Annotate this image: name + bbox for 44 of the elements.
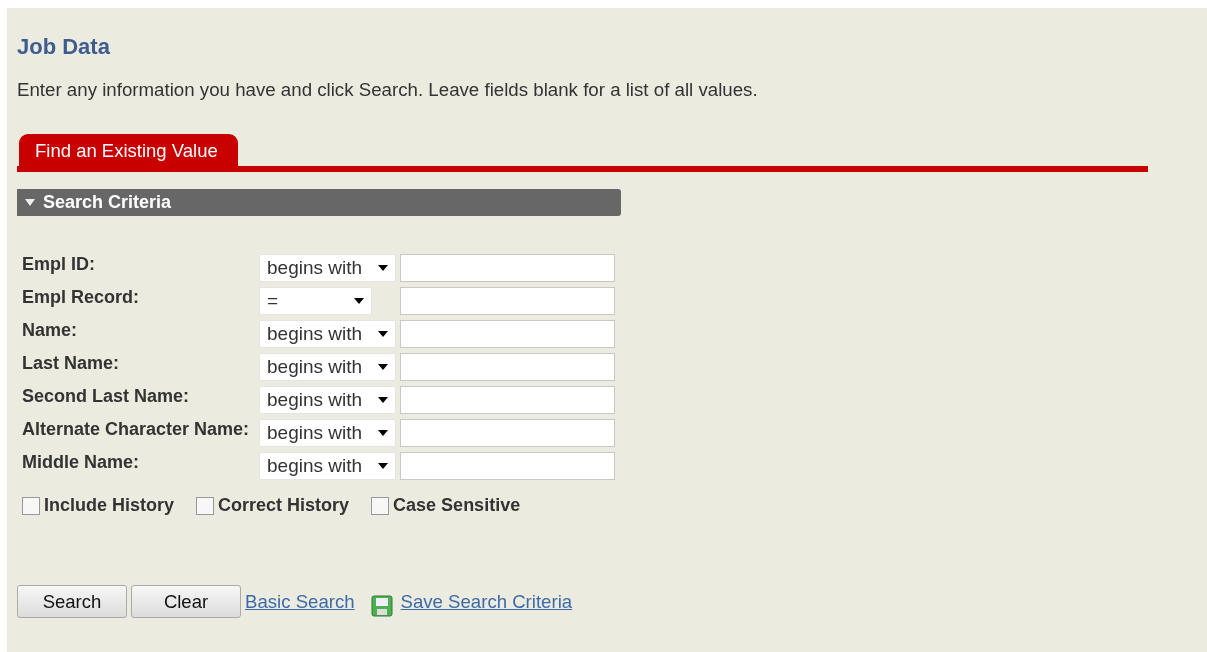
input-field[interactable] bbox=[400, 419, 615, 448]
action-button[interactable]: Clear bbox=[131, 585, 241, 619]
field-label: Second Last Name: bbox=[22, 386, 191, 408]
caret-icon bbox=[354, 298, 364, 305]
checkbox[interactable] bbox=[371, 496, 390, 515]
action-button[interactable]: Search bbox=[17, 585, 127, 619]
operator-dropdown[interactable]: begins with bbox=[259, 386, 396, 415]
checkbox-label[interactable]: Include History bbox=[44, 492, 175, 520]
field-label: Last Name: bbox=[22, 353, 121, 375]
checkbox[interactable] bbox=[22, 496, 40, 515]
operator-dropdown[interactable]: begins with bbox=[259, 419, 396, 448]
operator-dropdown[interactable]: begins with bbox=[259, 452, 396, 481]
field-label: Alternate Character Name: bbox=[22, 419, 251, 441]
caret-icon bbox=[378, 430, 388, 437]
input-field[interactable] bbox=[400, 353, 615, 382]
input-field[interactable] bbox=[400, 287, 615, 316]
input-field[interactable] bbox=[400, 254, 615, 283]
field-label: Empl Record: bbox=[22, 287, 141, 309]
checkbox-label[interactable]: Case Sensitive bbox=[393, 492, 521, 520]
operator-dropdown[interactable]: = bbox=[259, 287, 372, 316]
tab[interactable]: Find an Existing Value bbox=[19, 134, 238, 167]
caret-icon bbox=[378, 364, 388, 371]
field-label: Name: bbox=[22, 320, 79, 342]
page-title: Job Data bbox=[17, 34, 111, 61]
operator-dropdown[interactable]: begins with bbox=[259, 353, 396, 382]
section-title: Search Criteria bbox=[43, 191, 172, 215]
operator-dropdown[interactable]: begins with bbox=[259, 320, 396, 349]
field-label: Empl ID: bbox=[22, 254, 96, 276]
checkbox[interactable] bbox=[196, 496, 215, 515]
caret-icon bbox=[378, 397, 388, 404]
input-field[interactable] bbox=[400, 452, 615, 481]
operator-dropdown[interactable]: begins with bbox=[259, 254, 396, 283]
caret-icon bbox=[378, 265, 388, 272]
caret-icon bbox=[378, 463, 388, 470]
input-field[interactable] bbox=[400, 386, 615, 415]
caret-icon bbox=[378, 331, 388, 338]
checkbox-label[interactable]: Correct History bbox=[218, 492, 350, 520]
link[interactable]: Save Search Criteria bbox=[400, 587, 573, 616]
field-label: Middle Name: bbox=[22, 452, 141, 474]
collapse-triangle-icon bbox=[25, 199, 35, 207]
link[interactable]: Basic Search bbox=[245, 587, 355, 616]
section-header[interactable]: Search Criteria bbox=[17, 189, 621, 217]
instructions-text: Enter any information you have and click Search. Leave fields blank for a list of all values. bbox=[17, 78, 759, 103]
input-field[interactable] bbox=[400, 320, 615, 349]
